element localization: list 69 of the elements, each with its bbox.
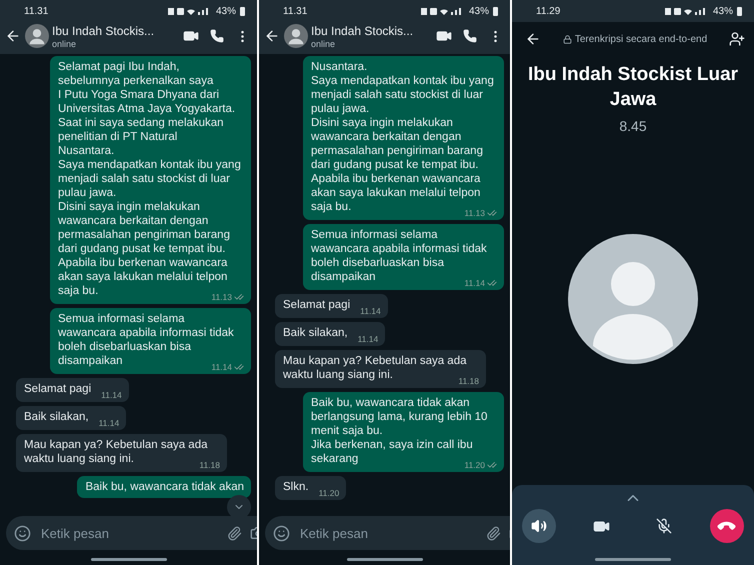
phone-icon <box>463 29 477 43</box>
call-duration: 8.45 <box>618 118 648 134</box>
message-time: 11.13 <box>464 206 497 220</box>
battery-percent: 43% <box>216 6 236 16</box>
emoji-icon[interactable] <box>14 524 31 542</box>
message-time: 11.13 <box>211 290 244 304</box>
message-time: 11.14 <box>360 305 381 318</box>
emoji-icon[interactable] <box>273 524 290 542</box>
attach-icon[interactable] <box>486 526 501 540</box>
received-message: Baik silakan, 11.14 <box>275 322 386 346</box>
sent-message: Semua informasi selama wawancara apabila informasi tidak boleh disebarluaskan bisa disampaikan 11.14 <box>303 224 504 290</box>
read-ticks-icon <box>487 460 497 470</box>
back-arrow-icon <box>264 28 280 44</box>
phone-icon <box>210 29 224 43</box>
message-time: 11.14 <box>211 360 244 374</box>
message-time: 11.18 <box>458 375 479 388</box>
contact-name[interactable]: Ibu Indah Stockis... <box>311 23 414 39</box>
status-time: 11.31 <box>283 6 308 16</box>
battery-icon <box>493 6 498 16</box>
sent-message: Baik bu, wawancara tidak akan berlangsung lama, kurang lebih 10 menit saja bu. Jika berkenan, saya izin call ibu sekarang 11.20 <box>303 392 504 472</box>
received-message: Mau kapan ya? Kebetulan saya ada waktu luang siang ini. 11.18 <box>275 350 486 388</box>
received-message: Selamat pagi 11.14 <box>16 378 129 402</box>
status-time: 11.31 <box>24 6 48 16</box>
received-message: Selamat pagi 11.14 <box>275 294 388 318</box>
avatar-icon <box>284 24 308 48</box>
message-time: 11.14 <box>101 389 122 402</box>
speaker-button[interactable] <box>522 509 556 543</box>
received-message: Mau kapan ya? Kebetulan saya ada waktu luang siang ini. 11.18 <box>16 434 227 472</box>
received-message: Slkn. 11.20 <box>275 476 346 500</box>
message-input[interactable]: Ketik pesan <box>298 524 478 542</box>
read-ticks-icon <box>234 292 244 302</box>
battery-icon <box>240 6 245 16</box>
speaker-icon <box>531 518 547 534</box>
add-person-icon <box>728 31 745 47</box>
add-participant-button[interactable] <box>728 30 746 48</box>
message-time: 11.18 <box>199 459 220 472</box>
read-ticks-icon <box>487 278 497 288</box>
message-field[interactable]: Ketik pesan <box>6 516 257 550</box>
battery-icon <box>737 6 742 16</box>
message-time: 11.14 <box>358 333 378 346</box>
caller-name: Ibu Indah Stockist Luar Jawa <box>526 63 740 112</box>
online-status: online <box>311 39 336 49</box>
sent-message: Nusantara. Saya mendapatkan kontak ibu yang menjadi salah satu stockist di luar pulau jawa. Disini saya ingin melakukan wawancara berkaitan dengan permasalahan pengiriman barang dari gudang pusat ke tempat ibu. Apabila ibu berkenan wawancara akan saya lakukan melalui telpon saja bu. 11.13 <box>303 56 504 220</box>
message-time: 11.14 <box>98 417 120 430</box>
sent-message: Semua informasi selama wawancara apabila informasi tidak boleh disebarluaskan bisa disampaikan 11.14 <box>50 308 251 374</box>
sent-message: Selamat pagi Ibu Indah, sebelumnya perkenalkan saya I Putu Yoga Smara Dhyana dari Universitas Atma Jaya Yogyakarta. Saat ini saya sedang melakukan penelitian di PT Natural Nusantara. Saya mendapatkan kontak ibu yang menjadi salah satu stockist di luar pulau jawa. Disini saya ingin melakukan wawancara berkaitan dengan permasalahan pengiriman barang dari gudang pusat ke tempat ibu. Apabila ibu berkenan wawancara akan saya lakukan melalui telpon saja bu. 11.13 <box>50 56 251 304</box>
voice-call-button[interactable] <box>209 28 225 44</box>
end-call-button[interactable] <box>710 509 744 543</box>
message-field[interactable]: Ketik pesan <box>265 516 510 550</box>
contact-name[interactable]: Ibu Indah Stockis... <box>52 23 154 39</box>
received-message: Baik silakan, 11.14 <box>16 406 126 430</box>
avatar-icon <box>25 24 49 48</box>
battery-percent: 43% <box>468 6 489 16</box>
avatar-icon <box>568 234 698 364</box>
lock-icon <box>562 34 572 44</box>
message-time: 11.14 <box>464 276 497 290</box>
message-input[interactable]: Ketik pesan <box>39 524 219 542</box>
message-time: 11.20 <box>464 458 497 472</box>
read-ticks-icon <box>487 208 497 218</box>
status-time: 11.29 <box>536 6 560 16</box>
read-ticks-icon <box>234 362 244 372</box>
encryption-notice: Terenkripsi secara end-to-end <box>574 34 708 44</box>
message-time: 11.20 <box>318 487 340 500</box>
voice-call-button[interactable] <box>462 28 478 44</box>
battery-percent: 43% <box>712 6 733 16</box>
sent-message: Baik bu, wawancara tidak akan <box>77 476 251 498</box>
online-status: online <box>52 39 78 49</box>
attach-icon[interactable] <box>227 526 242 540</box>
microphone-off-icon <box>656 518 672 534</box>
